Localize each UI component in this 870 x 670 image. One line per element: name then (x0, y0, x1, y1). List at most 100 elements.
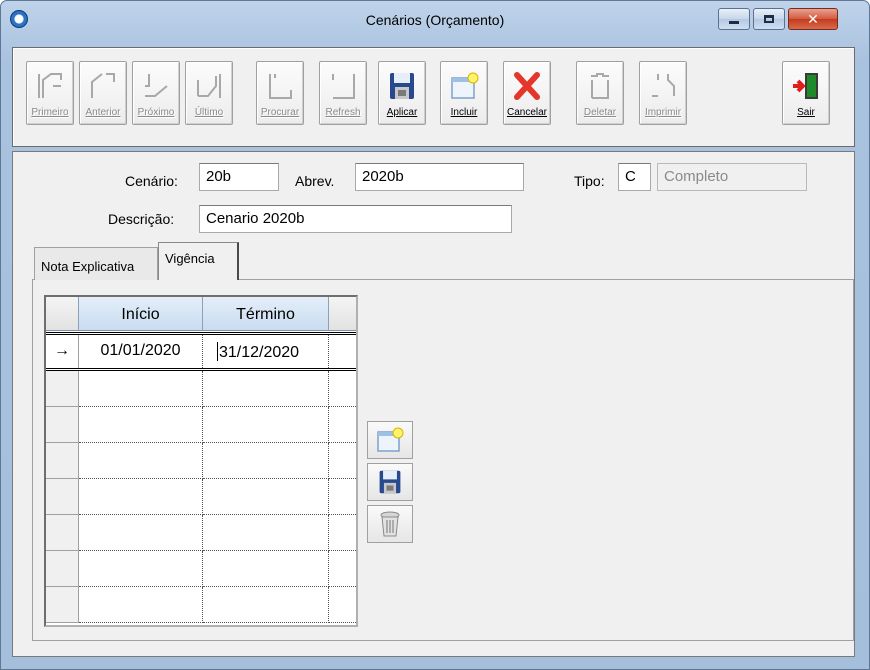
cell-filler (329, 515, 356, 551)
include-label: Incluir (450, 107, 478, 118)
print-button[interactable]: Imprimir (639, 61, 687, 125)
cell-termino[interactable] (203, 587, 329, 623)
cell-inicio[interactable] (79, 371, 203, 407)
cell-inicio[interactable] (79, 407, 203, 443)
refresh-button[interactable]: Refresh (319, 61, 367, 125)
row-indicator (46, 371, 79, 407)
tipo-description: Completo (657, 163, 807, 191)
tab-vigencia[interactable]: Vigência (158, 242, 239, 280)
app-window: Cenários (Orçamento) ✕ Primeiro Anterior… (0, 0, 870, 670)
exit-button[interactable]: Sair (782, 61, 830, 125)
search-icon (269, 74, 292, 99)
cell-filler (329, 371, 356, 407)
search-button[interactable]: Procurar (256, 61, 304, 125)
table-row[interactable] (46, 407, 356, 443)
abrev-label: Abrev. (295, 173, 335, 189)
next-label: Próximo (137, 107, 175, 118)
cenario-label: Cenário: (125, 173, 178, 189)
maximize-icon (764, 15, 774, 23)
row-indicator (46, 479, 79, 515)
descricao-label: Descrição: (108, 211, 175, 227)
last-label: Último (194, 107, 224, 118)
apply-button[interactable]: Aplicar (378, 61, 426, 125)
save-disk-icon (379, 470, 401, 494)
new-record-icon (451, 72, 479, 99)
refresh-label: Refresh (325, 107, 361, 118)
print-icon (652, 74, 675, 97)
delete-button[interactable]: Deletar (576, 61, 624, 125)
cell-filler (329, 407, 356, 443)
delete-label: Deletar (583, 107, 617, 118)
maximize-button[interactable] (753, 8, 785, 30)
grid-filler-header (329, 297, 356, 331)
table-row[interactable] (46, 515, 356, 551)
cell-inicio[interactable] (79, 551, 203, 587)
cell-termino[interactable] (203, 551, 329, 587)
row-indicator (46, 407, 79, 443)
cell-termino[interactable] (203, 371, 329, 407)
last-button[interactable]: Último (185, 61, 233, 125)
new-record-icon (377, 427, 404, 452)
cell-inicio[interactable] (79, 479, 203, 515)
row-indicator (46, 443, 79, 479)
previous-label: Anterior (85, 107, 121, 118)
row-indicator-arrow-icon: → (46, 335, 79, 368)
cancel-label: Cancelar (506, 107, 548, 118)
trash-can-icon (380, 511, 400, 537)
cell-filler (329, 587, 356, 623)
print-label: Imprimir (644, 107, 682, 118)
grid-delete-button[interactable] (367, 505, 413, 543)
search-label: Procurar (260, 107, 300, 118)
abrev-input[interactable]: 2020b (355, 163, 524, 191)
first-button[interactable]: Primeiro (26, 61, 74, 125)
cell-termino[interactable] (203, 443, 329, 479)
include-button[interactable]: Incluir (440, 61, 488, 125)
cell-filler (329, 479, 356, 515)
cell-filler (329, 443, 356, 479)
cancel-x-icon (514, 72, 540, 100)
table-row[interactable] (46, 551, 356, 587)
next-button[interactable]: Próximo (132, 61, 180, 125)
table-row[interactable]: → 01/01/2020 31/12/2020 (46, 332, 356, 371)
first-label: Primeiro (31, 107, 69, 118)
previous-button[interactable]: Anterior (79, 61, 127, 125)
cell-inicio[interactable]: 01/01/2020 (79, 335, 203, 368)
cell-termino[interactable] (203, 479, 329, 515)
vigencia-grid[interactable]: Início Término → 01/01/2020 31/12/2020 (44, 295, 358, 627)
delete-icon (591, 73, 609, 99)
cell-termino[interactable]: 31/12/2020 (203, 335, 329, 368)
table-row[interactable] (46, 371, 356, 407)
cell-inicio[interactable] (79, 515, 203, 551)
close-button[interactable]: ✕ (788, 8, 838, 30)
cancel-button[interactable]: Cancelar (503, 61, 551, 125)
minimize-button[interactable] (718, 8, 750, 30)
table-row[interactable] (46, 443, 356, 479)
refresh-icon (332, 74, 355, 99)
cell-inicio[interactable] (79, 443, 203, 479)
tab-nota-explicativa[interactable]: Nota Explicativa (34, 247, 158, 280)
exit-door-icon (793, 73, 818, 99)
cenario-input[interactable]: 20b (199, 163, 279, 191)
table-row[interactable] (46, 479, 356, 515)
toolbar: Primeiro Anterior Próximo Último Procura… (12, 47, 855, 147)
cell-termino[interactable] (203, 515, 329, 551)
table-row[interactable] (46, 587, 356, 623)
row-indicator (46, 551, 79, 587)
grid-save-button[interactable] (367, 463, 413, 501)
grid-add-button[interactable] (367, 421, 413, 459)
first-record-icon (38, 73, 62, 98)
cell-termino-text: 31/12/2020 (219, 344, 300, 361)
tipo-label: Tipo: (574, 173, 605, 189)
close-icon: ✕ (807, 10, 819, 27)
next-record-icon (145, 74, 168, 97)
row-indicator (46, 515, 79, 551)
column-header-termino[interactable]: Término (203, 297, 329, 331)
cell-filler (329, 335, 356, 368)
cell-termino[interactable] (203, 407, 329, 443)
cell-inicio[interactable] (79, 587, 203, 623)
tipo-input[interactable]: C (618, 163, 651, 191)
descricao-input[interactable]: Cenario 2020b (199, 205, 512, 233)
column-header-inicio[interactable]: Início (79, 297, 203, 331)
grid-corner-header (46, 297, 79, 331)
apply-label: Aplicar (386, 107, 418, 118)
